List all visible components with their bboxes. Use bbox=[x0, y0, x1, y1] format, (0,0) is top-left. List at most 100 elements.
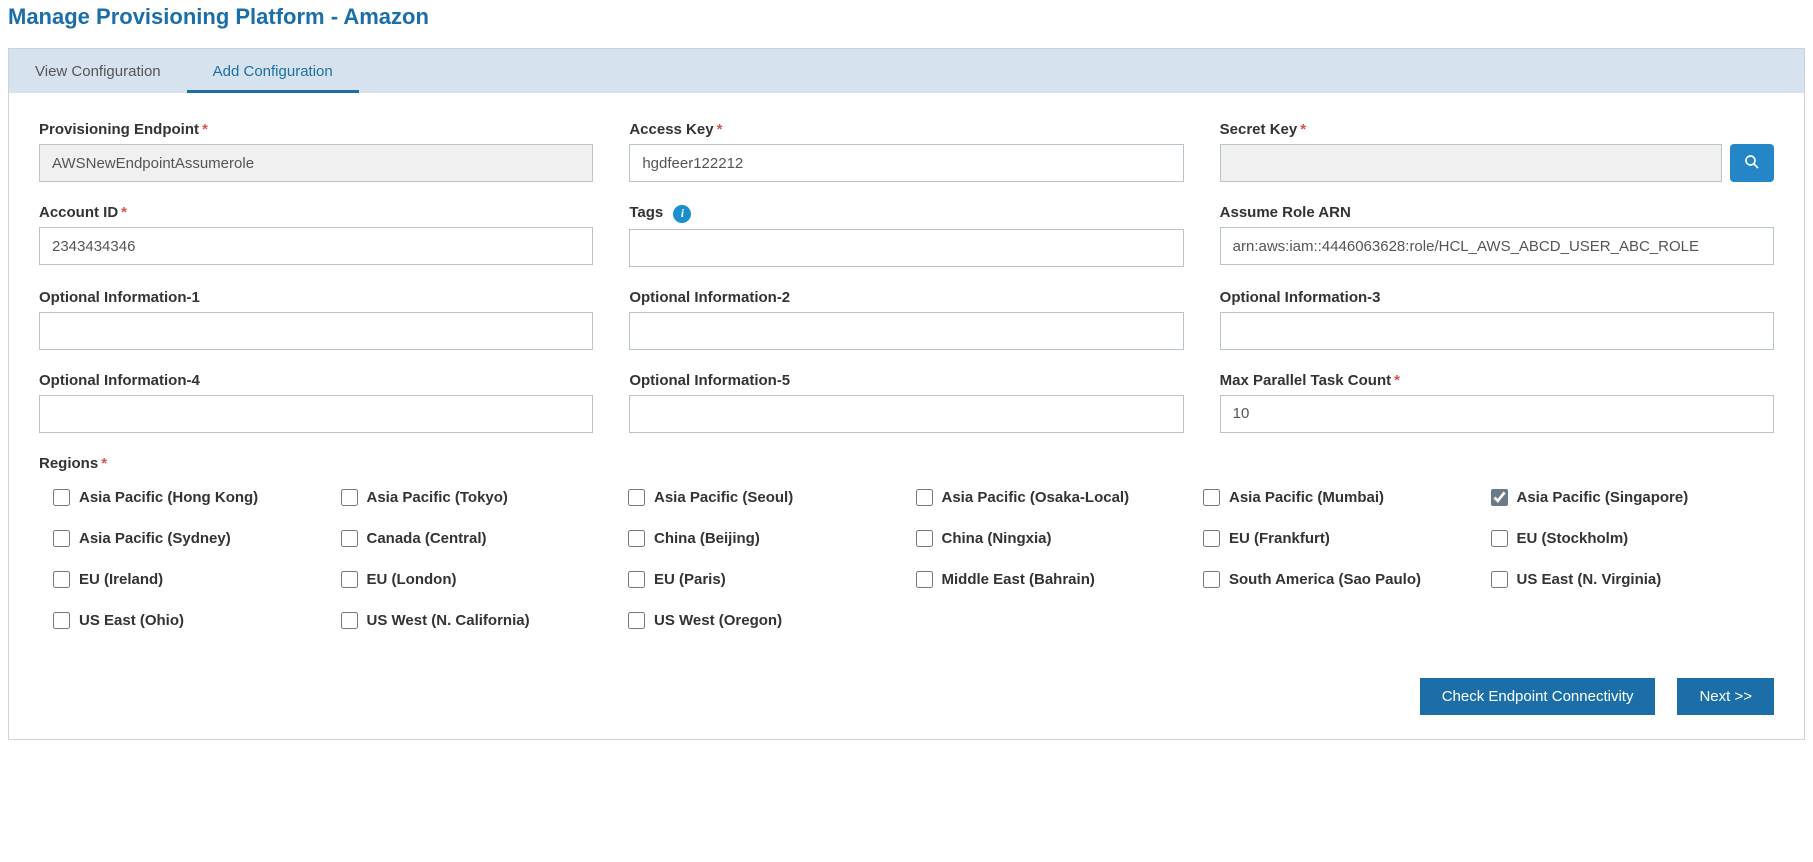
region-item[interactable]: US West (Oregon) bbox=[624, 609, 902, 632]
region-label: EU (London) bbox=[367, 571, 457, 588]
region-checkbox[interactable] bbox=[53, 612, 70, 629]
region-checkbox[interactable] bbox=[916, 489, 933, 506]
input-opt5[interactable] bbox=[629, 395, 1183, 433]
region-label: Asia Pacific (Hong Kong) bbox=[79, 489, 258, 506]
regions-grid: Asia Pacific (Hong Kong) Asia Pacific (To… bbox=[39, 486, 1774, 632]
secret-key-lookup-button[interactable] bbox=[1730, 144, 1774, 182]
region-label: Asia Pacific (Osaka-Local) bbox=[942, 489, 1130, 506]
region-label: Asia Pacific (Tokyo) bbox=[367, 489, 508, 506]
region-item[interactable]: US East (N. Virginia) bbox=[1487, 568, 1765, 591]
region-item[interactable]: EU (Paris) bbox=[624, 568, 902, 591]
label-opt5: Optional Information-5 bbox=[629, 372, 1183, 389]
region-checkbox[interactable] bbox=[628, 612, 645, 629]
region-item[interactable]: South America (Sao Paulo) bbox=[1199, 568, 1477, 591]
region-item[interactable]: China (Ningxia) bbox=[912, 527, 1190, 550]
input-account-id[interactable] bbox=[39, 227, 593, 265]
region-item[interactable]: China (Beijing) bbox=[624, 527, 902, 550]
tab-bar: View Configuration Add Configuration bbox=[8, 48, 1805, 93]
region-label: Middle East (Bahrain) bbox=[942, 571, 1095, 588]
region-label: US West (Oregon) bbox=[654, 612, 782, 629]
region-checkbox[interactable] bbox=[628, 489, 645, 506]
region-label: Asia Pacific (Singapore) bbox=[1517, 489, 1689, 506]
region-item[interactable]: EU (Frankfurt) bbox=[1199, 527, 1477, 550]
page-title: Manage Provisioning Platform - Amazon bbox=[8, 4, 1805, 30]
tab-view-configuration[interactable]: View Configuration bbox=[9, 51, 187, 93]
input-opt3[interactable] bbox=[1220, 312, 1774, 350]
label-provisioning-endpoint: Provisioning Endpoint* bbox=[39, 121, 593, 138]
input-provisioning-endpoint bbox=[39, 144, 593, 182]
region-checkbox[interactable] bbox=[1491, 571, 1508, 588]
input-access-key[interactable] bbox=[629, 144, 1183, 182]
region-label: US East (N. Virginia) bbox=[1517, 571, 1662, 588]
input-opt2[interactable] bbox=[629, 312, 1183, 350]
region-item[interactable]: Canada (Central) bbox=[337, 527, 615, 550]
info-icon[interactable]: i bbox=[673, 205, 691, 223]
label-opt1: Optional Information-1 bbox=[39, 289, 593, 306]
region-checkbox[interactable] bbox=[1203, 571, 1220, 588]
region-item[interactable]: Asia Pacific (Tokyo) bbox=[337, 486, 615, 509]
region-item[interactable]: Middle East (Bahrain) bbox=[912, 568, 1190, 591]
field-opt5: Optional Information-5 bbox=[629, 372, 1183, 433]
region-checkbox[interactable] bbox=[341, 489, 358, 506]
field-access-key: Access Key* bbox=[629, 121, 1183, 182]
label-account-id: Account ID* bbox=[39, 204, 593, 221]
button-row: Check Endpoint Connectivity Next >> bbox=[39, 678, 1774, 715]
label-assume-role-arn: Assume Role ARN bbox=[1220, 204, 1774, 221]
config-panel: Provisioning Endpoint* Access Key* Secre… bbox=[8, 93, 1805, 740]
search-icon bbox=[1743, 153, 1761, 174]
region-item[interactable]: Asia Pacific (Seoul) bbox=[624, 486, 902, 509]
label-opt4: Optional Information-4 bbox=[39, 372, 593, 389]
regions-label: Regions* bbox=[39, 455, 1774, 472]
field-assume-role-arn: Assume Role ARN bbox=[1220, 204, 1774, 267]
input-opt4[interactable] bbox=[39, 395, 593, 433]
region-item[interactable]: Asia Pacific (Singapore) bbox=[1487, 486, 1765, 509]
field-max-parallel: Max Parallel Task Count* bbox=[1220, 372, 1774, 433]
region-item[interactable]: EU (Stockholm) bbox=[1487, 527, 1765, 550]
region-label: EU (Stockholm) bbox=[1517, 530, 1629, 547]
field-provisioning-endpoint: Provisioning Endpoint* bbox=[39, 121, 593, 182]
region-checkbox[interactable] bbox=[53, 489, 70, 506]
region-checkbox[interactable] bbox=[341, 530, 358, 547]
region-label: Asia Pacific (Seoul) bbox=[654, 489, 793, 506]
input-assume-role-arn[interactable] bbox=[1220, 227, 1774, 265]
region-label: China (Ningxia) bbox=[942, 530, 1052, 547]
tab-add-configuration[interactable]: Add Configuration bbox=[187, 51, 359, 93]
region-checkbox[interactable] bbox=[628, 530, 645, 547]
next-button[interactable]: Next >> bbox=[1677, 678, 1774, 715]
label-opt3: Optional Information-3 bbox=[1220, 289, 1774, 306]
region-checkbox[interactable] bbox=[53, 571, 70, 588]
region-checkbox[interactable] bbox=[341, 612, 358, 629]
field-opt2: Optional Information-2 bbox=[629, 289, 1183, 350]
region-item[interactable]: Asia Pacific (Mumbai) bbox=[1199, 486, 1477, 509]
region-checkbox[interactable] bbox=[1203, 530, 1220, 547]
region-checkbox[interactable] bbox=[628, 571, 645, 588]
region-item[interactable]: Asia Pacific (Hong Kong) bbox=[49, 486, 327, 509]
field-secret-key: Secret Key* bbox=[1220, 121, 1774, 182]
region-checkbox[interactable] bbox=[341, 571, 358, 588]
form-grid: Provisioning Endpoint* Access Key* Secre… bbox=[39, 121, 1774, 433]
input-tags[interactable] bbox=[629, 229, 1183, 267]
region-checkbox[interactable] bbox=[1491, 489, 1508, 506]
input-max-parallel[interactable] bbox=[1220, 395, 1774, 433]
region-item[interactable]: US West (N. California) bbox=[337, 609, 615, 632]
label-opt2: Optional Information-2 bbox=[629, 289, 1183, 306]
input-opt1[interactable] bbox=[39, 312, 593, 350]
region-checkbox[interactable] bbox=[1203, 489, 1220, 506]
region-label: US East (Ohio) bbox=[79, 612, 184, 629]
region-item[interactable]: US East (Ohio) bbox=[49, 609, 327, 632]
region-checkbox[interactable] bbox=[53, 530, 70, 547]
region-checkbox[interactable] bbox=[916, 571, 933, 588]
region-checkbox[interactable] bbox=[916, 530, 933, 547]
region-checkbox[interactable] bbox=[1491, 530, 1508, 547]
region-item[interactable]: Asia Pacific (Osaka-Local) bbox=[912, 486, 1190, 509]
region-item[interactable]: EU (London) bbox=[337, 568, 615, 591]
region-label: EU (Paris) bbox=[654, 571, 726, 588]
field-tags: Tags i bbox=[629, 204, 1183, 267]
region-label: Canada (Central) bbox=[367, 530, 487, 547]
check-endpoint-button[interactable]: Check Endpoint Connectivity bbox=[1420, 678, 1656, 715]
region-label: US West (N. California) bbox=[367, 612, 530, 629]
label-access-key: Access Key* bbox=[629, 121, 1183, 138]
region-item[interactable]: Asia Pacific (Sydney) bbox=[49, 527, 327, 550]
region-item[interactable]: EU (Ireland) bbox=[49, 568, 327, 591]
field-opt1: Optional Information-1 bbox=[39, 289, 593, 350]
